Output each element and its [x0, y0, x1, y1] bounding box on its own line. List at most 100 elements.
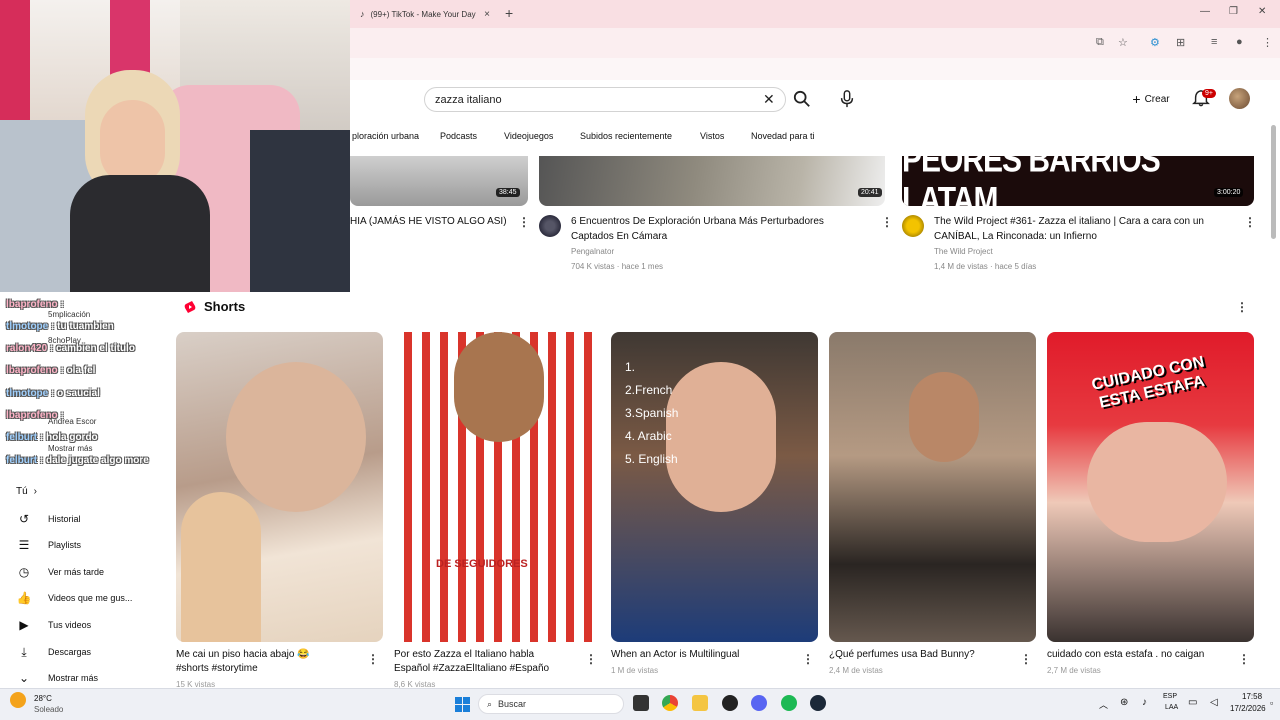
channel-avatar[interactable] — [539, 215, 561, 237]
chat-user: lbaprofeno — [6, 410, 58, 421]
clear-search-icon[interactable]: ✕ — [763, 91, 775, 108]
sidebar-item-liked[interactable]: 👍 Videos que me gus... — [16, 590, 133, 606]
profile-icon[interactable]: ● — [1236, 36, 1243, 48]
chat-text: dale jugate algo more — [46, 455, 149, 466]
list-item: 4. Arabic — [625, 429, 672, 443]
playlist-icon[interactable]: ≡ — [1211, 36, 1217, 48]
short-overlay-text: DE SEGUIDORES — [436, 558, 528, 570]
monitor-icon[interactable]: ▭ — [1188, 697, 1197, 708]
spotify-icon[interactable] — [781, 695, 797, 711]
more-options-icon[interactable]: ⋮ — [881, 215, 893, 229]
extension-icon[interactable]: ⚙ — [1150, 36, 1160, 49]
sidebar-item-show-more[interactable]: ⌄ Mostrar más — [16, 670, 98, 686]
tab-close-icon[interactable]: × — [484, 9, 490, 20]
chip-vistos[interactable]: Vistos — [694, 127, 730, 145]
search-icon[interactable] — [793, 90, 811, 108]
chip-subidos[interactable]: Subidos recientemente — [574, 127, 678, 145]
short-thumbnail[interactable]: CUIDADO CON ESTA ESTAFA — [1047, 332, 1254, 642]
short-title-line1[interactable]: cuidado con esta estafa . no caigan — [1047, 648, 1204, 662]
video-title-line1[interactable]: The Wild Project #361- Zazza el italiano… — [934, 214, 1204, 229]
obs-icon[interactable] — [722, 695, 738, 711]
more-options-icon[interactable]: ⋮ — [585, 652, 597, 666]
short-title-line1[interactable]: ¿Qué perfumes usa Bad Bunny? — [829, 648, 975, 662]
taskbar-search[interactable]: ⌕ Buscar — [478, 694, 624, 714]
video-title-line2[interactable]: Captados En Cámara — [571, 229, 667, 244]
windows-start-icon[interactable] — [455, 697, 470, 712]
bookmark-star-icon[interactable]: ☆ — [1118, 36, 1128, 49]
chrome-icon[interactable] — [662, 695, 678, 711]
tray-chevron-icon[interactable]: ︿ — [1099, 698, 1108, 711]
browser-tab[interactable]: ♪ (99+) TikTok - Make Your Day × — [352, 2, 500, 26]
short-title-line1[interactable]: When an Actor is Multilingual — [611, 648, 739, 662]
short-thumbnail[interactable]: 1. 2.French 3.Spanish 4. Arabic 5. Engli… — [611, 332, 818, 642]
video-thumbnail[interactable] — [350, 156, 528, 206]
curtain — [0, 0, 30, 140]
short-thumbnail[interactable] — [829, 332, 1036, 642]
download-icon: ⤓ — [21, 644, 27, 659]
shorts-more-icon[interactable]: ⋮ — [1236, 300, 1248, 314]
short-thumbnail[interactable]: DE SEGUIDORES — [394, 332, 601, 642]
short-title-line1[interactable]: Por esto Zazza el Italiano habla — [394, 648, 534, 662]
menu-icon[interactable]: ⋮ — [1262, 36, 1273, 49]
more-options-icon[interactable]: ⋮ — [1244, 215, 1256, 229]
more-options-icon[interactable]: ⋮ — [802, 652, 814, 666]
chat-text: hola gordo — [46, 432, 98, 443]
create-button[interactable]: + Crear — [1124, 88, 1178, 110]
taskbar-search-label: Buscar — [498, 699, 527, 709]
microphone-icon[interactable] — [839, 90, 855, 108]
language-top[interactable]: ESP — [1163, 693, 1177, 700]
video-thumbnail[interactable]: PEORES BARRIOS LATAM — [902, 156, 1254, 206]
short-thumbnail[interactable] — [176, 332, 383, 642]
puzzle-icon[interactable]: ⊞ — [1176, 36, 1185, 49]
close-window-icon[interactable]: ✕ — [1258, 6, 1266, 17]
more-options-icon[interactable]: ⋮ — [518, 215, 530, 229]
short-title-line2[interactable]: #shorts #storytime — [176, 662, 258, 676]
file-explorer-icon[interactable] — [692, 695, 708, 711]
short-title-line1[interactable]: Me cai un piso hacia abajo 😂 — [176, 648, 310, 662]
more-options-icon[interactable]: ⋮ — [1020, 652, 1032, 666]
channel-avatar[interactable] — [902, 215, 924, 237]
video-title[interactable]: HIA (JAMÁS HE VISTO ALGO ASI) — [350, 214, 507, 229]
user-avatar[interactable] — [1229, 88, 1250, 109]
chevron-down-icon: ⌄ — [18, 671, 30, 685]
steam-icon[interactable] — [810, 695, 826, 711]
more-options-icon[interactable]: ⋮ — [1238, 652, 1250, 666]
search-input[interactable]: zazza italiano — [424, 87, 786, 112]
sidebar-item-watch-later[interactable]: ◷ Ver más tarde — [16, 564, 104, 580]
tab-title: (99+) TikTok - Make Your Day — [370, 9, 476, 19]
page-scrollbar[interactable] — [1271, 125, 1276, 239]
new-tab-button[interactable]: + — [505, 5, 513, 21]
sidebar-item-historial[interactable]: ↺ Historial — [16, 511, 81, 527]
sidebar-you[interactable]: Tú › — [16, 486, 37, 497]
video-title-line2[interactable]: CANÍBAL, La Rinconada: un Infierno — [934, 229, 1097, 244]
chip-exploracion[interactable]: ploración urbana — [346, 127, 425, 145]
more-options-icon[interactable]: ⋮ — [367, 652, 379, 666]
channel-name[interactable]: The Wild Project — [934, 247, 993, 256]
microphone-tray-icon[interactable]: ♪ — [1142, 697, 1147, 708]
maximize-icon[interactable]: ❐ — [1229, 6, 1238, 17]
weather-temp[interactable]: 28°C — [34, 694, 52, 703]
discord-icon[interactable] — [751, 695, 767, 711]
clock-time[interactable]: 17:58 — [1242, 692, 1262, 701]
sidebar-item-your-videos[interactable]: ▶ Tus videos — [16, 617, 91, 633]
chip-podcasts[interactable]: Podcasts — [434, 127, 483, 145]
sidebar-item-playlists[interactable]: ☰ Playlists — [16, 537, 81, 553]
shorts-heading: Shorts — [184, 299, 245, 314]
sidebar-item-downloads[interactable]: ⤓ Descargas — [16, 644, 91, 660]
chip-videojuegos[interactable]: Videojuegos — [498, 127, 559, 145]
channel-name[interactable]: Pengalnator — [571, 247, 614, 256]
notifications-icon[interactable]: ▫ — [1270, 698, 1273, 708]
face-shape — [666, 362, 776, 512]
short-title-line2[interactable]: Español #ZazzaElItaliano #Españo — [394, 662, 549, 676]
pc-case — [250, 130, 350, 292]
speaker-icon[interactable]: ◁ — [1210, 697, 1218, 708]
network-icon[interactable]: ⊛ — [1120, 697, 1128, 708]
chip-novedad[interactable]: Novedad para ti — [745, 127, 821, 145]
task-view-icon[interactable] — [633, 695, 649, 711]
shirt-shape — [70, 175, 210, 292]
short-overlay-text: CUIDADO CON ESTA ESTAFA — [1090, 353, 1207, 412]
video-thumbnail[interactable] — [539, 156, 885, 206]
video-title-line1[interactable]: 6 Encuentros De Exploración Urbana Más P… — [571, 214, 824, 229]
install-icon[interactable]: ⧉ — [1096, 36, 1104, 49]
minimize-icon[interactable]: — — [1200, 6, 1210, 17]
